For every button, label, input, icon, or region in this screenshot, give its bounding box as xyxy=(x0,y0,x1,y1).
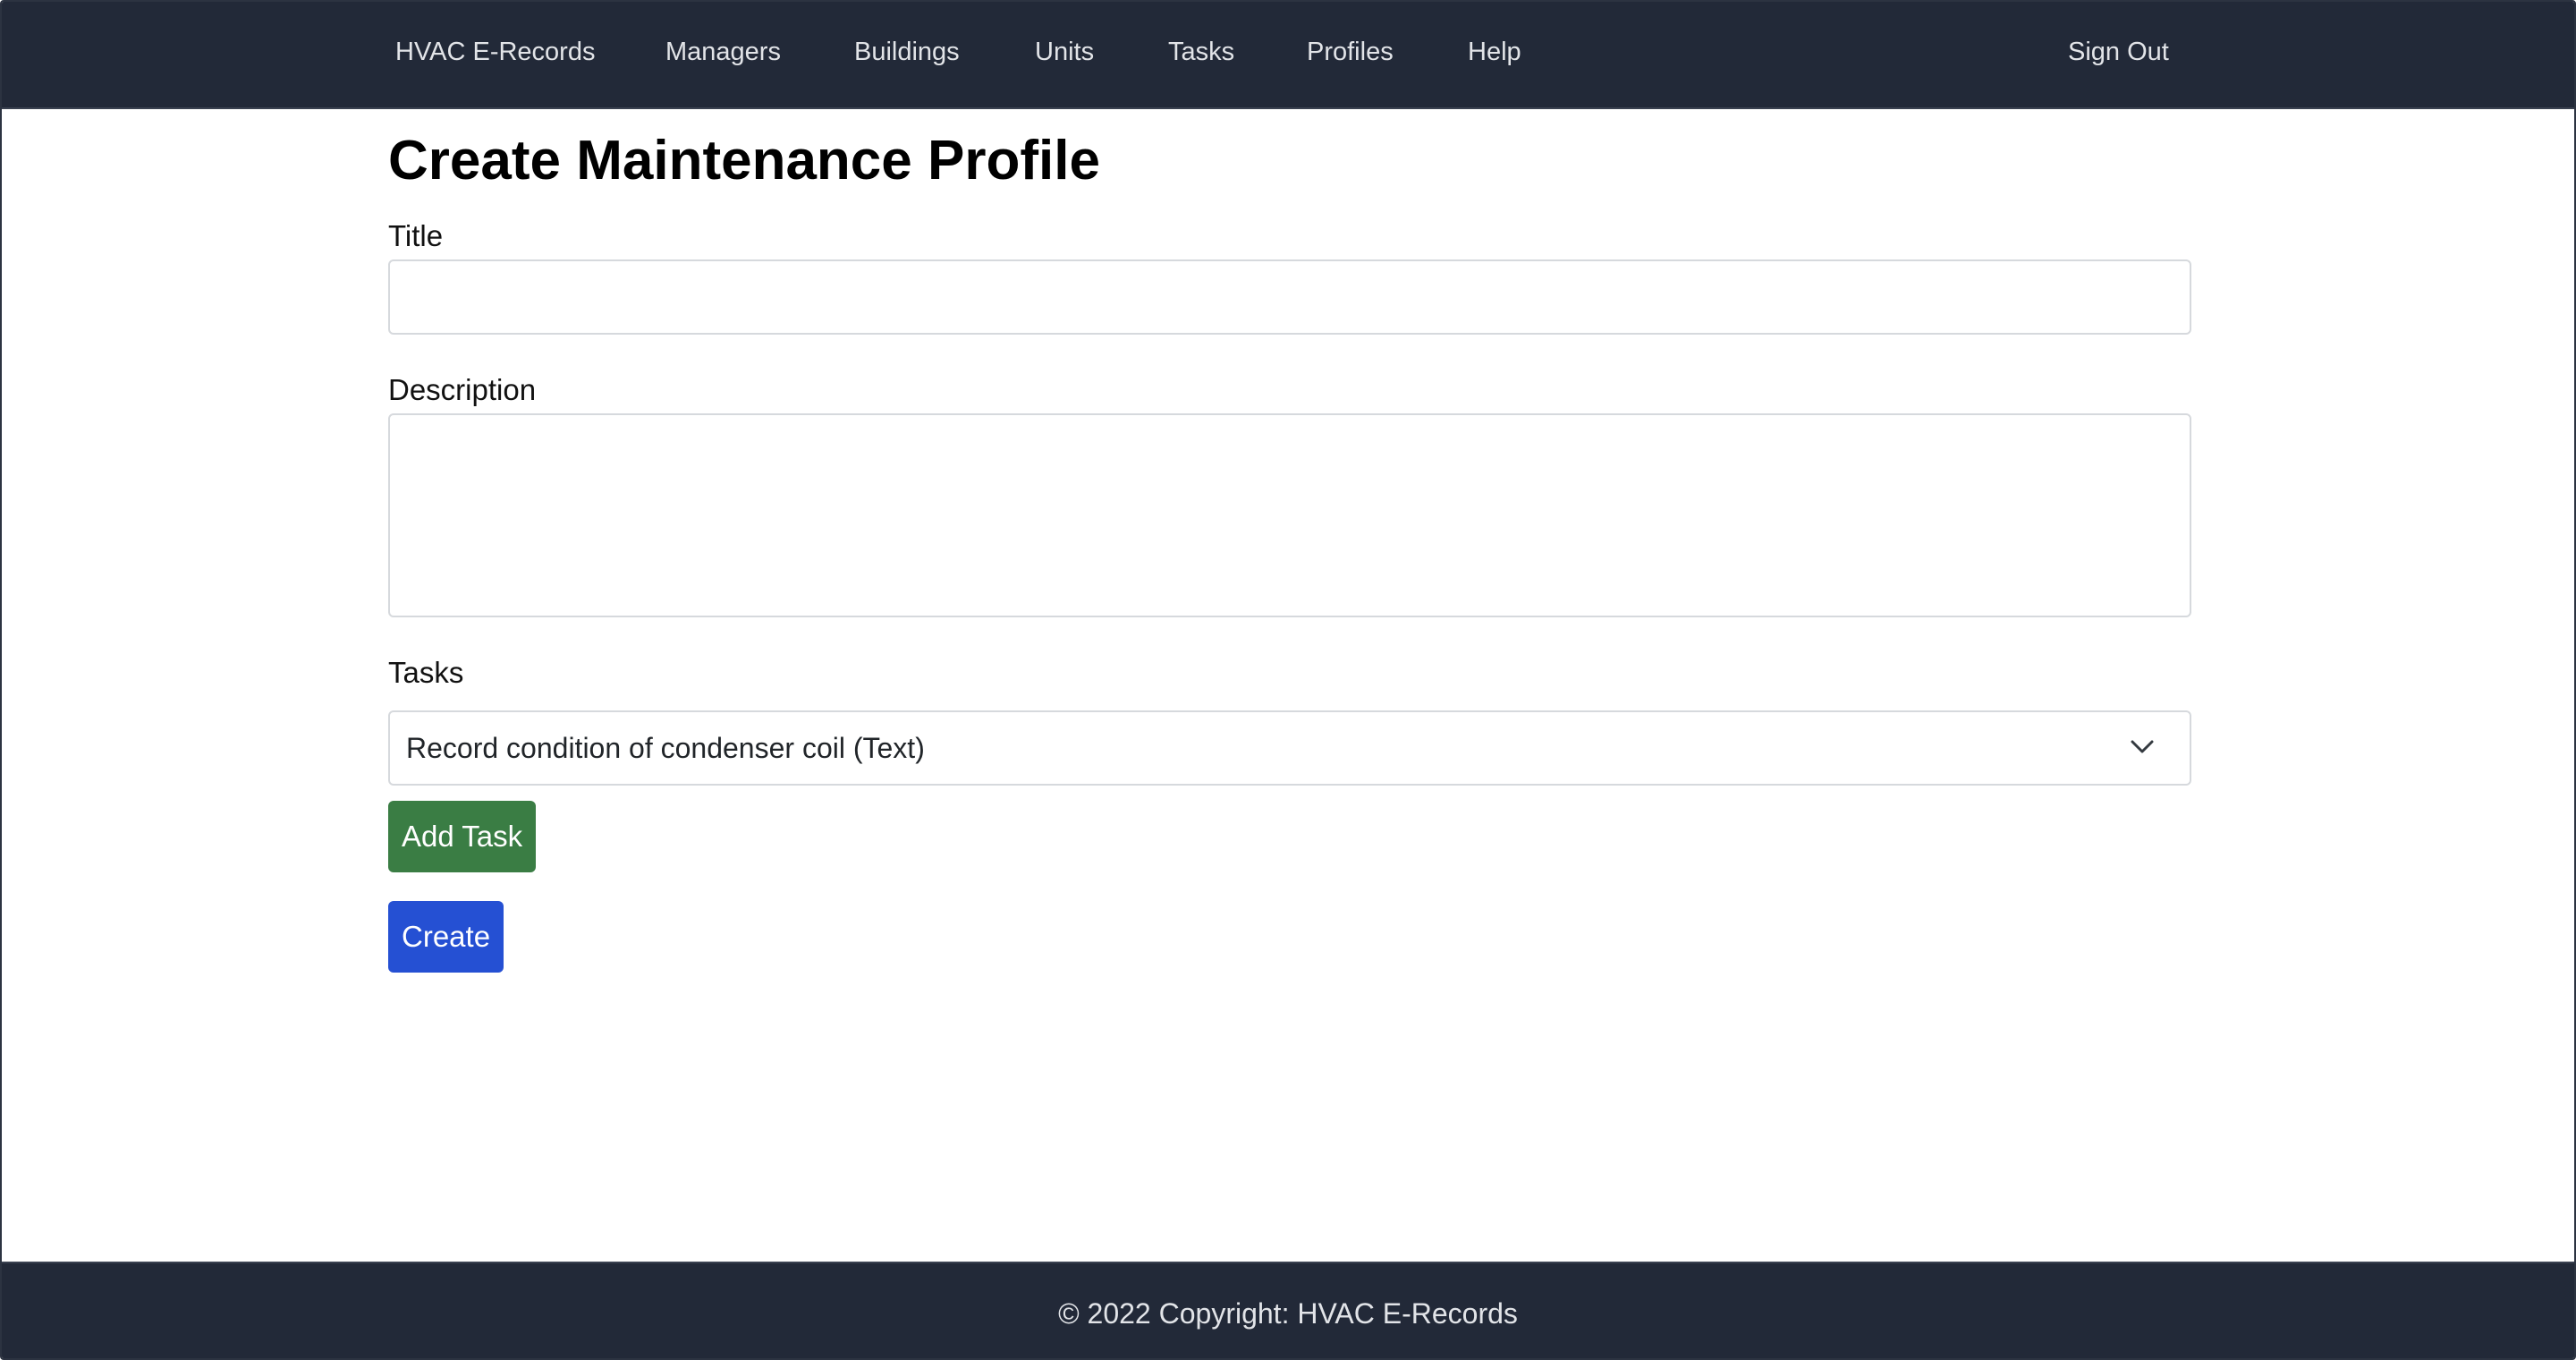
description-textarea[interactable] xyxy=(388,413,2191,617)
footer: © 2022 Copyright: HVAC E-Records xyxy=(2,1262,2574,1358)
nav-item-help[interactable]: Help xyxy=(1468,34,1521,70)
nav-brand-link[interactable]: HVAC E-Records xyxy=(395,34,595,70)
create-button[interactable]: Create xyxy=(388,901,504,973)
title-label: Title xyxy=(388,219,444,252)
footer-copyright: © 2022 Copyright: HVAC E-Records xyxy=(1058,1297,1518,1330)
chevron-down-icon xyxy=(2131,740,2154,753)
top-navbar: HVAC E-Records Managers Buildings Units … xyxy=(2,2,2574,109)
tasks-label: Tasks xyxy=(388,656,464,689)
title-input[interactable] xyxy=(388,259,2191,335)
nav-item-units[interactable]: Units xyxy=(1035,34,1094,70)
nav-item-tasks[interactable]: Tasks xyxy=(1168,34,1234,70)
tasks-select-value: Record condition of condenser coil (Text… xyxy=(406,732,925,764)
add-task-button[interactable]: Add Task xyxy=(388,801,537,872)
tasks-select[interactable]: Record condition of condenser coil (Text… xyxy=(388,710,2191,786)
nav-item-buildings[interactable]: Buildings xyxy=(854,34,960,70)
page-title: Create Maintenance Profile xyxy=(388,130,1100,191)
description-label: Description xyxy=(388,373,537,406)
sign-out-link[interactable]: Sign Out xyxy=(2068,34,2169,70)
app-window: HVAC E-Records Managers Buildings Units … xyxy=(0,0,2576,1360)
nav-item-profiles[interactable]: Profiles xyxy=(1307,34,1394,70)
nav-item-managers[interactable]: Managers xyxy=(665,34,781,70)
